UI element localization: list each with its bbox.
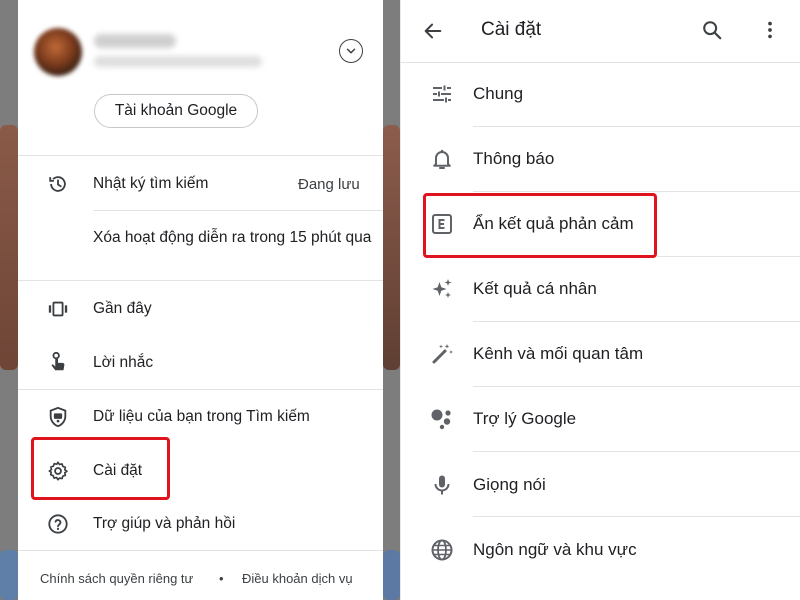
background-card	[383, 550, 400, 600]
divider	[473, 191, 800, 192]
divider	[657, 256, 800, 257]
settings-item-label: Giọng nói	[473, 475, 546, 494]
blurred-account-name	[94, 34, 176, 48]
background-card	[0, 125, 18, 370]
settings-screen: Cài đặt Chung Thông báo Ẩn kết quả phản …	[400, 0, 800, 600]
settings-item-label: Kết quả cá nhân	[473, 279, 597, 298]
settings-item-label: Kênh và mối quan tâm	[473, 344, 644, 363]
topbar-divider	[401, 62, 800, 63]
history-status: Đang lưu	[298, 176, 360, 193]
back-button[interactable]	[420, 18, 446, 44]
divider	[93, 210, 383, 211]
sparkle-icon	[429, 276, 455, 302]
reminder-hand-icon	[46, 350, 70, 374]
arrow-back-icon	[424, 23, 442, 39]
divider	[18, 280, 383, 281]
recent-carousel-icon	[46, 297, 70, 321]
divider	[473, 126, 800, 127]
divider	[473, 516, 800, 517]
settings-item-label: Trợ lý Google	[473, 409, 577, 428]
menu-item-label: Trợ giúp và phản hồi	[93, 515, 236, 532]
search-icon	[703, 21, 722, 40]
avatar[interactable]	[34, 28, 82, 76]
settings-highlight-box	[31, 437, 170, 500]
assistant-dots-icon	[429, 406, 455, 432]
globe-icon	[429, 537, 455, 563]
help-icon	[46, 512, 70, 536]
menu-item-label: Nhật ký tìm kiếm	[93, 175, 209, 192]
search-button[interactable]	[699, 17, 725, 43]
left-screenshot-panel: Tài khoản Google Nhật ký tìm kiếm Đang l…	[0, 0, 400, 600]
divider	[473, 451, 800, 452]
account-switcher-button[interactable]	[339, 39, 363, 63]
more-options-button[interactable]	[757, 17, 783, 43]
background-card	[383, 125, 400, 370]
google-account-button[interactable]: Tài khoản Google	[94, 94, 258, 128]
menu-item-delete-last-15-minutes[interactable]: Xóa hoạt động diễn ra trong 15 phút qua	[93, 228, 373, 248]
terms-of-service-link[interactable]: Điều khoản dịch vụ	[242, 571, 353, 586]
page-title: Cài đặt	[481, 19, 542, 40]
microphone-icon	[429, 472, 455, 498]
history-icon	[46, 172, 70, 196]
divider	[473, 321, 800, 322]
account-drawer: Tài khoản Google Nhật ký tìm kiếm Đang l…	[18, 0, 383, 600]
settings-item-label: Chung	[473, 84, 524, 103]
settings-item-label: Thông báo	[473, 149, 555, 168]
background-card	[0, 550, 18, 600]
menu-item-label: Lời nhắc	[93, 354, 154, 371]
bell-icon	[429, 146, 455, 172]
chevron-down-icon	[346, 48, 356, 54]
blurred-account-email	[94, 56, 262, 67]
menu-item-label: Gần đây	[93, 300, 152, 317]
safesearch-highlight-box	[423, 193, 657, 258]
more-vert-icon	[768, 21, 772, 39]
divider	[18, 550, 383, 551]
footer-separator: •	[219, 571, 224, 586]
settings-item-label: Ngôn ngữ và khu vực	[473, 540, 637, 559]
divider	[18, 155, 383, 156]
shield-data-icon	[46, 405, 70, 429]
magic-wand-icon	[429, 341, 455, 367]
tune-sliders-icon	[429, 81, 455, 107]
privacy-policy-link[interactable]: Chính sách quyền riêng tư	[40, 571, 193, 586]
divider	[18, 389, 383, 390]
menu-item-label: Dữ liệu của bạn trong Tìm kiếm	[93, 408, 310, 425]
divider	[473, 386, 800, 387]
